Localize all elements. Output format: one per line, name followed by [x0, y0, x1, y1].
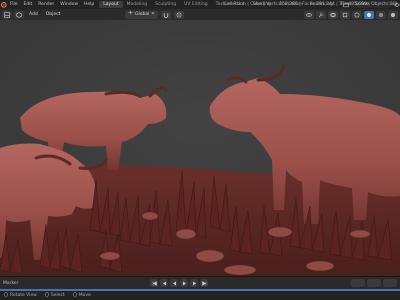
current-frame-field[interactable]	[351, 279, 365, 287]
gizmo-icon[interactable]	[316, 10, 326, 19]
solid-shading-icon[interactable]	[364, 10, 374, 19]
status-hint-move: Move	[69, 292, 95, 299]
object-menu[interactable]: Object	[43, 12, 64, 17]
overlay-icon[interactable]	[328, 10, 338, 19]
buffalo-scene-render	[0, 20, 400, 276]
chevron-down-icon	[151, 11, 155, 19]
frame-fields	[351, 279, 397, 287]
mouse-right-icon	[72, 292, 77, 299]
timeline-bar: Marker	[0, 276, 400, 289]
proportional-edit-icon[interactable]	[174, 10, 185, 19]
scene-statistics: Collection | Cube | Verts:258,286 | Face…	[223, 2, 397, 7]
mouse-left-icon	[45, 292, 49, 299]
visibility-icon[interactable]	[304, 10, 314, 19]
viewport-header: Add Object Global	[0, 9, 400, 20]
transform-orientation-icon	[128, 10, 133, 19]
material-shading-icon[interactable]	[376, 10, 386, 19]
marker-menu[interactable]: Marker	[0, 281, 19, 286]
play-reverse-icon[interactable]	[170, 279, 178, 287]
menu-file[interactable]: File	[7, 2, 21, 7]
end-frame-field[interactable]	[383, 279, 397, 287]
xray-icon[interactable]	[340, 10, 350, 19]
next-keyframe-icon[interactable]	[190, 279, 198, 287]
menu-window[interactable]: Window	[57, 2, 81, 7]
status-hint-select: Select	[41, 292, 69, 299]
status-hint-label: Move	[78, 293, 91, 298]
3d-viewport[interactable]	[0, 20, 400, 276]
jump-start-icon[interactable]	[150, 279, 158, 287]
transform-orientation-label: Global	[135, 11, 150, 17]
tab-sculpting[interactable]: Sculpting	[151, 1, 180, 8]
menu-edit[interactable]: Edit	[21, 2, 36, 7]
play-icon[interactable]	[180, 279, 188, 287]
main-menu: File Edit Render Window Help	[7, 0, 97, 9]
rendered-shading-icon[interactable]	[388, 10, 398, 19]
menu-render[interactable]: Render	[35, 2, 57, 7]
tab-uv-editing[interactable]: UV Editing	[180, 1, 211, 8]
status-hint-label: Select	[50, 293, 65, 298]
tab-modeling[interactable]: Modeling	[123, 1, 151, 8]
viewport-editor-icon[interactable]	[2, 10, 12, 19]
status-hint-label: Rotate View	[10, 293, 37, 298]
playback-controls	[150, 279, 208, 287]
mouse-middle-icon	[4, 292, 8, 299]
transform-orientation-dropdown[interactable]: Global	[125, 10, 159, 19]
blender-logo-icon[interactable]	[0, 0, 7, 9]
add-menu[interactable]: Add	[26, 12, 41, 17]
jump-end-icon[interactable]	[200, 279, 208, 287]
tab-layout[interactable]: Layout	[99, 1, 123, 8]
status-bar: Rotate View Select Move	[0, 291, 400, 300]
menu-help[interactable]: Help	[81, 2, 97, 7]
object-mode-icon[interactable]	[14, 10, 24, 19]
wireframe-shading-icon[interactable]	[352, 10, 362, 19]
status-hint-rotate-view: Rotate View	[0, 292, 41, 299]
prev-keyframe-icon[interactable]	[160, 279, 168, 287]
start-frame-field[interactable]	[367, 279, 381, 287]
snap-magnet-icon[interactable]	[161, 10, 172, 19]
